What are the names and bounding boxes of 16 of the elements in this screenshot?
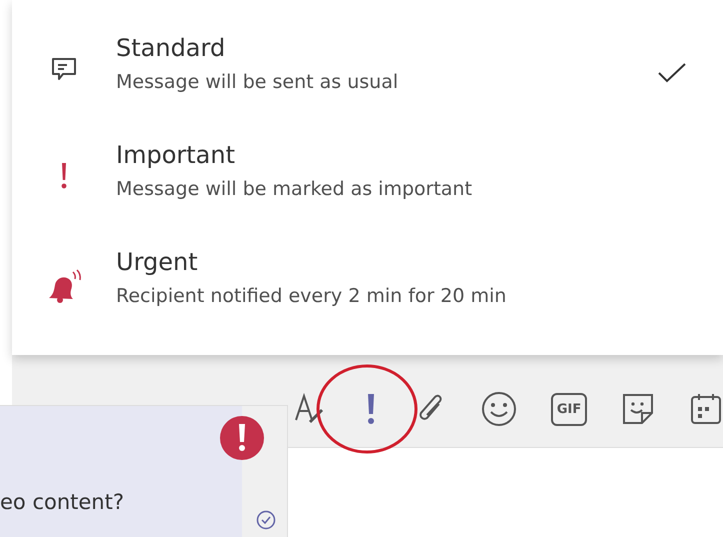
option-description: Message will be marked as important <box>116 178 474 200</box>
emoji-icon[interactable] <box>481 391 517 427</box>
priority-option[interactable]: Urgent Recipient notified every 2 min for 20 min <box>12 248 723 355</box>
option-description: Message will be sent as usual <box>116 71 400 93</box>
calendar-icon[interactable] <box>689 392 723 426</box>
option-description: Recipient notified every 2 min for 20 min <box>116 285 508 307</box>
exclamation-icon <box>59 161 69 191</box>
message-text: eo content? <box>0 490 124 514</box>
sticker-icon[interactable] <box>621 392 655 426</box>
option-title: Urgent <box>116 248 199 276</box>
option-title: Standard <box>116 34 226 62</box>
gif-button[interactable]: GIF <box>550 392 588 426</box>
option-title: Important <box>116 141 236 169</box>
format-icon[interactable] <box>292 392 326 426</box>
priority-option[interactable]: Standard Message will be sent as usual <box>12 34 723 141</box>
priority-option[interactable]: Important Message will be marked as important <box>12 141 723 248</box>
